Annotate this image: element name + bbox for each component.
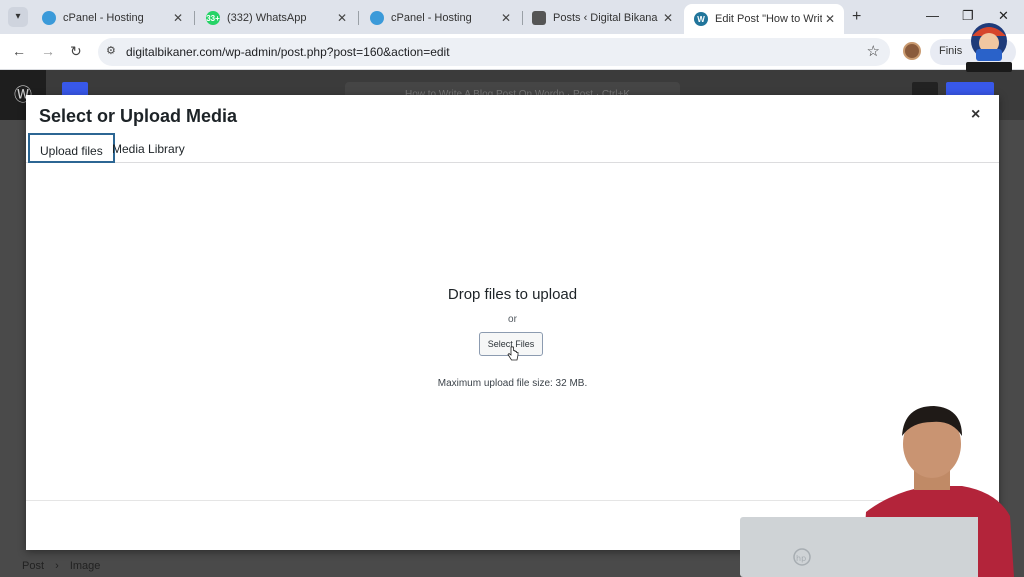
breadcrumb-separator: › <box>55 560 59 572</box>
ghost-icon <box>532 11 546 25</box>
browser-tab-strip: ▾ cPanel - Hosting ✕ 33+ (332) WhatsApp … <box>0 0 1024 34</box>
tab-label: Upload files <box>40 144 103 158</box>
browser-tab-posts[interactable]: Posts ‹ Digital Bikana — V ✕ <box>522 4 682 32</box>
media-tabs: Upload files Media Library <box>26 133 999 163</box>
tab-close-icon[interactable]: ✕ <box>822 12 838 26</box>
modal-close-icon[interactable]: × <box>971 106 980 124</box>
tab-label: Media Library <box>112 142 185 156</box>
tab-title: cPanel - Hosting <box>63 12 144 24</box>
browser-tab-cpanel-1[interactable]: cPanel - Hosting ✕ <box>32 4 192 32</box>
finish-label: Finis <box>939 45 963 57</box>
browser-tab-whatsapp[interactable]: 33+ (332) WhatsApp ✕ <box>196 4 356 32</box>
cpanel-icon <box>42 11 56 25</box>
presenter-video-overlay <box>852 406 1014 577</box>
site-settings-icon[interactable]: ⚙ <box>106 44 116 57</box>
or-separator: or <box>508 314 517 325</box>
hand-cursor-icon <box>507 346 519 361</box>
new-tab-icon[interactable]: + <box>852 8 861 26</box>
tab-title: Edit Post "How to Write A <box>715 13 822 25</box>
tab-close-icon[interactable]: ✕ <box>498 11 514 25</box>
tab-title: (332) WhatsApp <box>227 12 307 24</box>
url-text: digitalbikaner.com/wp-admin/post.php?pos… <box>126 45 450 59</box>
browser-tab-cpanel-2[interactable]: cPanel - Hosting ✕ <box>360 4 520 32</box>
cpanel-icon <box>370 11 384 25</box>
profile-avatar[interactable] <box>903 42 921 60</box>
laptop-image: hp <box>740 517 866 577</box>
address-bar[interactable]: ⚙ digitalbikaner.com/wp-admin/post.php?p… <box>98 38 890 66</box>
forward-arrow-icon[interactable]: → <box>41 43 55 59</box>
whatsapp-icon: 33+ <box>206 11 220 25</box>
minimize-icon[interactable]: — <box>926 8 939 23</box>
channel-logo-image <box>966 23 1012 72</box>
wordpress-icon: W <box>694 12 708 26</box>
max-upload-size: Maximum upload file size: 32 MB. <box>437 378 588 389</box>
tab-close-icon[interactable]: ✕ <box>660 11 676 25</box>
breadcrumb-image[interactable]: Image <box>70 560 101 572</box>
breadcrumb-post[interactable]: Post <box>22 560 44 572</box>
drop-files-heading: Drop files to upload <box>447 286 578 303</box>
bookmark-star-icon[interactable]: ☆ <box>867 42 880 60</box>
tab-title: cPanel - Hosting <box>391 12 472 24</box>
tab-close-icon[interactable]: ✕ <box>170 11 186 25</box>
svg-text:hp: hp <box>796 554 806 563</box>
modal-title: Select or Upload Media <box>39 106 238 126</box>
tab-close-icon[interactable]: ✕ <box>334 11 350 25</box>
browser-tab-edit-post[interactable]: W Edit Post "How to Write A ✕ <box>684 4 844 34</box>
tab-search-chevron-icon[interactable]: ▾ <box>8 7 28 27</box>
tab-title: Posts ‹ Digital Bikana — V <box>553 12 660 24</box>
back-arrow-icon[interactable]: ← <box>12 43 26 59</box>
reload-icon[interactable]: ↻ <box>70 43 82 60</box>
browser-toolbar: ← → ↻ ⚙ digitalbikaner.com/wp-admin/post… <box>0 34 1024 70</box>
tab-media-library[interactable]: Media Library <box>102 133 195 163</box>
